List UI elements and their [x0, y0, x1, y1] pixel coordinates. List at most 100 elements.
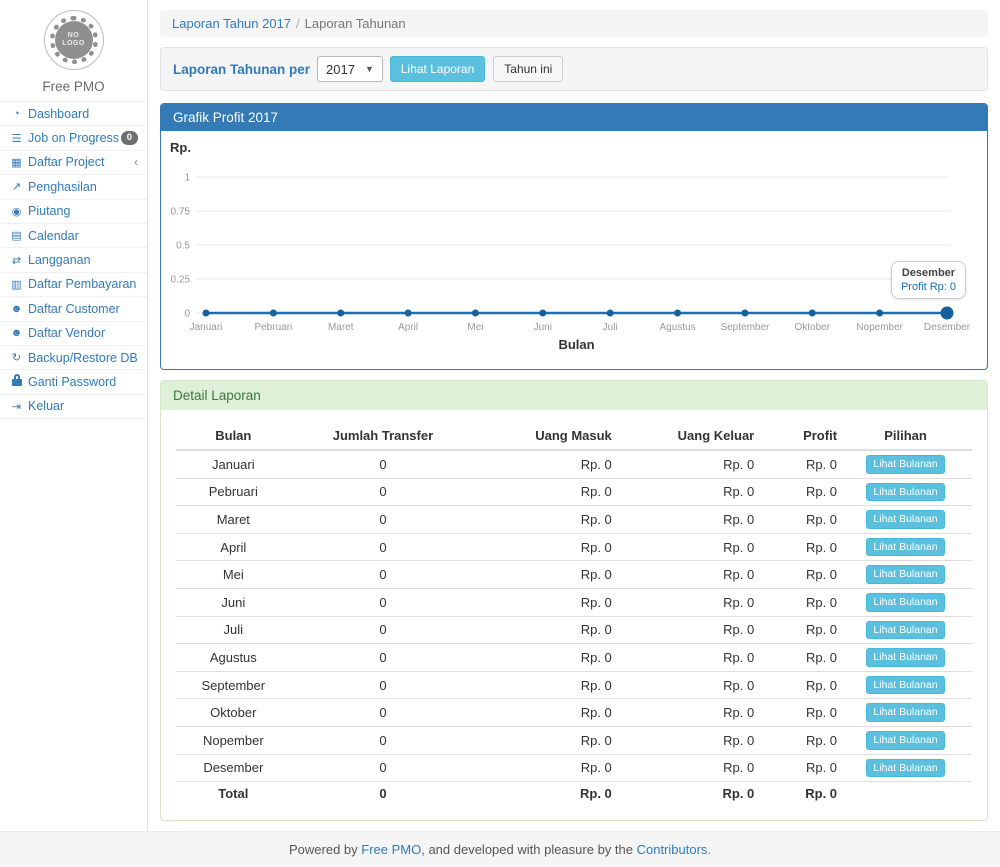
lihat-bulanan-button[interactable]: Lihat Bulanan [866, 565, 944, 584]
x-tick-label: Pebruari [254, 322, 292, 333]
total-cell-empty [839, 782, 972, 806]
footer: Powered by Free PMO, and developed with … [0, 831, 1000, 867]
y-tick-label: 0.5 [176, 241, 190, 252]
x-tick-label: September [720, 322, 770, 333]
sidebar-item-label: Daftar Customer [28, 302, 120, 316]
table-cell: Rp. 0 [475, 478, 614, 506]
sidebar-item-backup-restore-db[interactable]: ↻Backup/Restore DB [0, 346, 147, 370]
chart-point[interactable] [203, 310, 210, 317]
tooltip-month: Desember [901, 267, 956, 279]
sidebar-item-piutang[interactable]: ◉Piutang [0, 200, 147, 224]
table-cell: Rp. 0 [756, 754, 839, 782]
chart-point[interactable] [674, 310, 681, 317]
x-tick-label: Juli [603, 322, 618, 333]
count-badge: 0 [121, 131, 138, 145]
table-cell: Rp. 0 [614, 671, 756, 699]
logo-text: NO LOGO [58, 32, 90, 48]
sidebar-item-calendar[interactable]: ▤Calendar [0, 224, 147, 248]
table-cell: Juli [176, 616, 291, 644]
table-cell: Rp. 0 [475, 644, 614, 672]
table-cell: Maret [176, 506, 291, 534]
chart-point[interactable] [876, 310, 883, 317]
chart-point[interactable] [539, 310, 546, 317]
table-cell: Juni [176, 588, 291, 616]
x-tick-label: April [398, 322, 418, 333]
table-cell: Rp. 0 [475, 506, 614, 534]
table-cell: Rp. 0 [614, 506, 756, 534]
lihat-bulanan-button[interactable]: Lihat Bulanan [866, 483, 944, 502]
users-icon: ☻ [9, 303, 24, 315]
lihat-bulanan-button[interactable]: Lihat Bulanan [866, 648, 944, 667]
sign-out-icon: ⇥ [9, 400, 24, 413]
chart-tooltip: Desember Profit Rp: 0 [891, 261, 966, 299]
chart-point[interactable] [741, 310, 748, 317]
table-cell: Rp. 0 [756, 616, 839, 644]
sidebar-item-ganti-password[interactable]: Ganti Password [0, 370, 147, 394]
table-cell: Rp. 0 [475, 616, 614, 644]
chart-point[interactable] [270, 310, 277, 317]
chart-point[interactable] [337, 310, 344, 317]
chart-point[interactable] [809, 310, 816, 317]
table-cell: Rp. 0 [614, 533, 756, 561]
table-cell: Rp. 0 [756, 450, 839, 478]
chevron-left-icon: ‹ [134, 155, 138, 169]
tahun-ini-button[interactable]: Tahun ini [493, 56, 563, 82]
users-icon: ☻ [9, 327, 24, 339]
sidebar-menu: ◔Dashboard☰Job on Progress0▦Daftar Proje… [0, 101, 147, 419]
breadcrumb-link[interactable]: Laporan Tahun 2017 [172, 16, 291, 31]
chart-point[interactable] [941, 307, 954, 320]
y-tick-label: 0.25 [171, 275, 191, 286]
x-tick-label: Agustus [659, 322, 695, 333]
lihat-bulanan-button[interactable]: Lihat Bulanan [866, 510, 944, 529]
table-cell-action: Lihat Bulanan [839, 699, 972, 727]
chart-point[interactable] [472, 310, 479, 317]
line-chart-icon: ↗ [9, 180, 24, 193]
footer-text-prefix: Powered by [289, 842, 361, 857]
lihat-bulanan-button[interactable]: Lihat Bulanan [866, 538, 944, 557]
tooltip-value: Profit Rp: 0 [901, 281, 956, 293]
sidebar-item-daftar-customer[interactable]: ☻ Daftar Customer [0, 297, 147, 321]
lihat-bulanan-button[interactable]: Lihat Bulanan [866, 703, 944, 722]
table-cell-action: Lihat Bulanan [839, 644, 972, 672]
lihat-bulanan-button[interactable]: Lihat Bulanan [866, 593, 944, 612]
lihat-laporan-button[interactable]: Lihat Laporan [390, 56, 485, 82]
table-cell: Rp. 0 [614, 561, 756, 589]
chart-point[interactable] [405, 310, 412, 317]
contributors-link[interactable]: Contributors. [637, 842, 711, 857]
table-row: Januari0Rp. 0Rp. 0Rp. 0Lihat Bulanan [176, 450, 972, 478]
chart-point[interactable] [607, 310, 614, 317]
breadcrumb-separator: / [296, 16, 300, 31]
year-select[interactable]: 2017 ▼ [317, 56, 383, 82]
table-cell: Rp. 0 [475, 726, 614, 754]
dashboard-icon: ◔ [9, 108, 24, 120]
sidebar-item-langganan[interactable]: ⇄Langganan [0, 248, 147, 272]
sidebar-item-job-on-progress[interactable]: ☰Job on Progress0 [0, 126, 147, 150]
column-header-jumlah-transfer: Jumlah Transfer [291, 422, 476, 450]
no-logo-seal: NO LOGO [50, 16, 98, 64]
lihat-bulanan-button[interactable]: Lihat Bulanan [866, 621, 944, 640]
sidebar-item-penghasilan[interactable]: ↗Penghasilan [0, 175, 147, 199]
table-cell: Januari [176, 450, 291, 478]
sidebar-item-daftar-vendor[interactable]: ☻Daftar Vendor [0, 322, 147, 346]
lihat-bulanan-button[interactable]: Lihat Bulanan [866, 676, 944, 695]
sidebar-item-daftar-project[interactable]: ▦Daftar Project‹ [0, 151, 147, 175]
sidebar-item-keluar[interactable]: ⇥Keluar [0, 395, 147, 419]
report-table: BulanJumlah TransferUang MasukUang Kelua… [176, 422, 972, 805]
profit-chart: 00.250.50.751Rp.BulanJanuariPebruariMare… [161, 131, 987, 369]
free-pmo-link[interactable]: Free PMO [361, 842, 421, 857]
sidebar-item-dashboard[interactable]: ◔Dashboard [0, 102, 147, 126]
sidebar-item-daftar-pembayaran[interactable]: ▥Daftar Pembayaran [0, 273, 147, 297]
tasks-icon: ☰ [9, 132, 24, 145]
column-header-profit: Profit [756, 422, 839, 450]
brand-name: Free PMO [0, 79, 147, 94]
lihat-bulanan-button[interactable]: Lihat Bulanan [866, 731, 944, 750]
table-cell: Rp. 0 [614, 754, 756, 782]
sidebar-item-label: Backup/Restore DB [28, 351, 138, 365]
lihat-bulanan-button[interactable]: Lihat Bulanan [866, 455, 944, 474]
money-icon: ◉ [9, 205, 24, 218]
lihat-bulanan-button[interactable]: Lihat Bulanan [866, 759, 944, 778]
x-tick-label: Juni [534, 322, 552, 333]
exchange-icon: ⇄ [9, 254, 24, 267]
profit-chart-svg: 00.250.50.751Rp.BulanJanuariPebruariMare… [161, 131, 986, 369]
x-tick-label: Nopember [856, 322, 903, 333]
